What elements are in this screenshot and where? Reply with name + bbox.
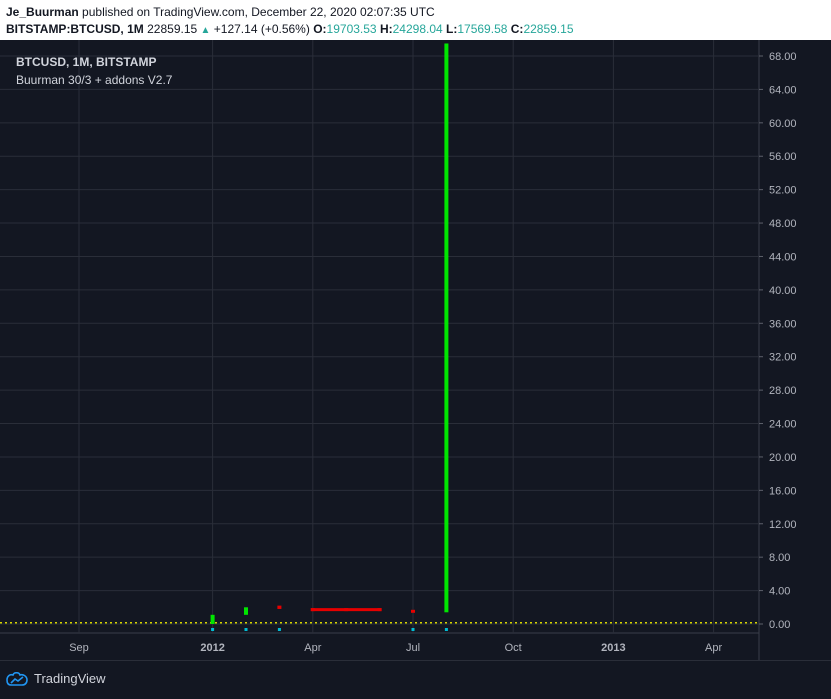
- legend-symbol[interactable]: BTCUSD, 1M, BITSTAMP: [16, 53, 172, 71]
- y-tick-label: 8.00: [769, 552, 790, 564]
- price-bar[interactable]: [210, 614, 215, 624]
- y-tick-label: 20.00: [769, 452, 797, 464]
- tradingview-logo[interactable]: TradingView: [6, 671, 106, 686]
- cyan-marker: [277, 628, 281, 631]
- y-tick-label: 12.00: [769, 519, 797, 531]
- price-bar[interactable]: [277, 605, 282, 609]
- y-tick-label: 64.00: [769, 84, 797, 96]
- y-tick-label: 36.00: [769, 318, 797, 330]
- x-tick-label: Apr: [705, 642, 722, 654]
- tradingview-logo-icon: [6, 671, 28, 686]
- tradingview-brand: TradingView: [34, 671, 106, 686]
- x-tick-label: Sep: [69, 642, 89, 654]
- cyan-marker: [211, 628, 215, 631]
- y-tick-label: 48.00: [769, 218, 797, 230]
- red-band-bar[interactable]: [310, 608, 382, 612]
- y-tick-label: 68.00: [769, 51, 797, 63]
- x-tick-label: 2013: [601, 642, 625, 654]
- x-tick-label: Oct: [505, 642, 522, 654]
- y-tick-label: 4.00: [769, 586, 790, 598]
- y-tick-label: 52.00: [769, 185, 797, 197]
- cyan-marker: [411, 628, 415, 631]
- y-tick-label: 40.00: [769, 285, 797, 297]
- chart-legend: BTCUSD, 1M, BITSTAMP Buurman 30/3 + addo…: [16, 53, 172, 89]
- plot-background[interactable]: [0, 40, 759, 633]
- price-bar[interactable]: [411, 609, 415, 613]
- y-tick-label: 32.00: [769, 352, 797, 364]
- footer-bar: TradingView: [0, 660, 831, 699]
- cyan-marker: [244, 628, 248, 631]
- legend-indicator[interactable]: Buurman 30/3 + addons V2.7: [16, 71, 172, 89]
- y-tick-label: 16.00: [769, 485, 797, 497]
- x-tick-label: Apr: [304, 642, 321, 654]
- cyan-marker: [444, 628, 448, 631]
- x-tick-label: Jul: [406, 642, 420, 654]
- y-tick-label: 56.00: [769, 151, 797, 163]
- price-axis[interactable]: [759, 40, 831, 660]
- x-tick-label: 2012: [200, 642, 224, 654]
- price-bar[interactable]: [444, 43, 449, 613]
- price-bar[interactable]: [244, 607, 248, 615]
- y-tick-label: 24.00: [769, 419, 797, 431]
- y-tick-label: 44.00: [769, 251, 797, 263]
- y-tick-label: 0.00: [769, 619, 790, 631]
- y-tick-label: 28.00: [769, 385, 797, 397]
- price-chart[interactable]: 68.00 64.00 60.00 56.00 52.00 48.00 44.00 40.00…: [0, 0, 831, 660]
- y-tick-label: 60.00: [769, 118, 797, 130]
- axis-anchor: [759, 40, 760, 41]
